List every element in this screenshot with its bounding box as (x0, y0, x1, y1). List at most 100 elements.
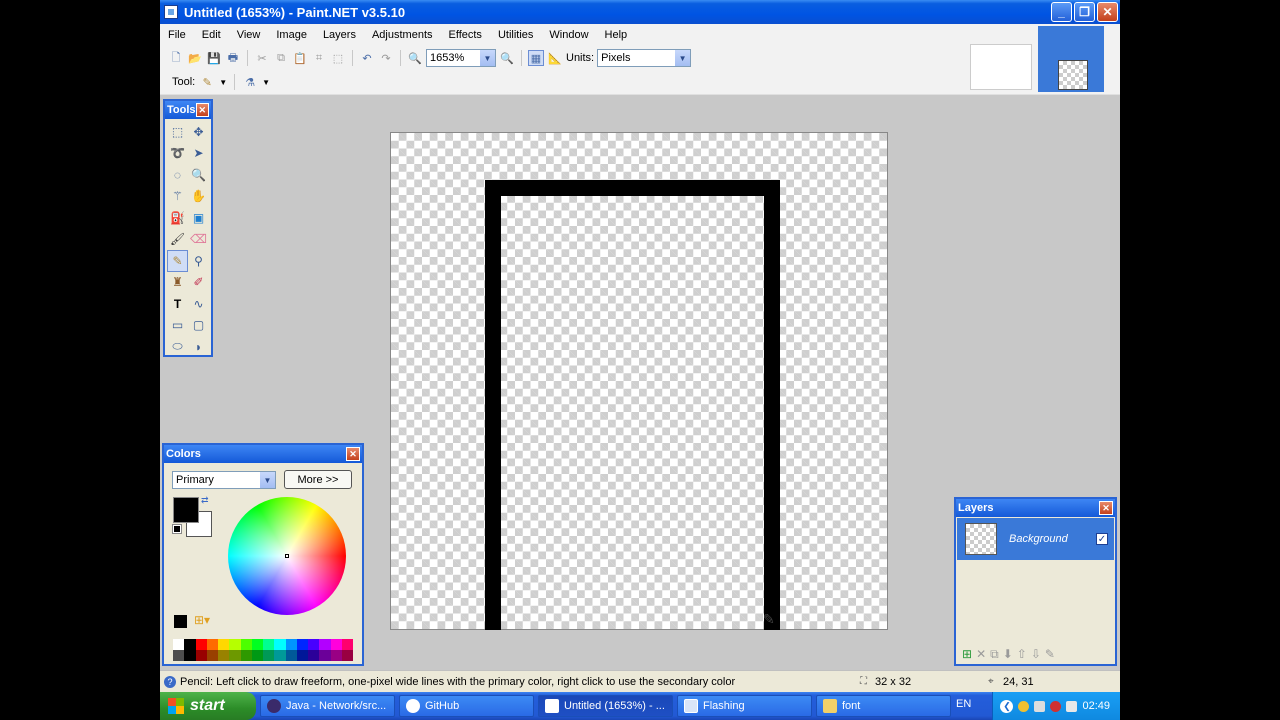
layer-row-background[interactable]: Background ✓ (957, 518, 1114, 560)
ellipse-select-icon[interactable]: ◌ (167, 164, 188, 186)
magic-wand-icon[interactable]: ⚚ (167, 186, 188, 208)
paste-icon[interactable]: 📋 (292, 50, 308, 66)
pan-icon[interactable]: ✋ (188, 186, 209, 208)
deselect-icon[interactable]: ⬚ (330, 50, 346, 66)
palette-swatch[interactable] (184, 639, 196, 650)
pencil-icon[interactable]: ✎ (199, 74, 215, 90)
palette-swatch[interactable] (296, 639, 308, 650)
tray-collapse-icon[interactable]: ❮ (1000, 699, 1014, 713)
paint-bucket-icon[interactable]: ⛽ (167, 207, 188, 229)
rectangle-shape-icon[interactable]: ▭ (167, 315, 188, 337)
palette-swatch[interactable] (263, 639, 275, 650)
text-icon[interactable]: T (167, 293, 188, 315)
swap-colors-icon[interactable]: ⇄ (201, 495, 209, 506)
taskbar-item-font[interactable]: font (816, 695, 951, 717)
palette-swatch[interactable] (240, 650, 252, 661)
paintbrush-icon[interactable]: 🖌 (167, 229, 188, 251)
menu-file[interactable]: File (160, 29, 194, 41)
palette-swatch[interactable] (341, 650, 353, 661)
palette-swatch[interactable] (285, 639, 297, 650)
move-selected-icon[interactable]: ✥ (188, 121, 209, 143)
security-alert-icon[interactable] (1050, 700, 1062, 712)
maximize-button[interactable]: ❐ (1074, 2, 1095, 22)
palette-swatch[interactable] (229, 639, 241, 650)
palette-swatch[interactable] (341, 639, 353, 650)
chevron-down-icon[interactable]: ▼ (480, 50, 495, 66)
rounded-rectangle-icon[interactable]: ▢ (188, 315, 209, 337)
palette-swatch[interactable] (296, 650, 308, 661)
move-layer-up-icon[interactable]: ⇧ (1017, 647, 1027, 661)
palette-swatch[interactable] (251, 650, 263, 661)
menu-adjustments[interactable]: Adjustments (364, 29, 441, 41)
taskbar-item-github[interactable]: GitHub (399, 695, 534, 717)
image-thumbnail-2[interactable] (1058, 60, 1088, 90)
menu-window[interactable]: Window (541, 29, 596, 41)
palette-swatch[interactable] (195, 650, 207, 661)
add-layer-icon[interactable]: ⊞ (962, 647, 972, 661)
zoom-icon[interactable]: 🔍 (188, 164, 209, 186)
menu-utilities[interactable]: Utilities (490, 29, 541, 41)
lasso-select-icon[interactable]: ➰ (167, 143, 188, 165)
duplicate-layer-icon[interactable]: ⧉ (990, 647, 999, 662)
menu-image[interactable]: Image (268, 29, 315, 41)
palette-swatch[interactable] (229, 650, 241, 661)
color-picker-icon[interactable]: ⚲ (188, 250, 209, 272)
image-canvas[interactable]: ✎ (390, 132, 888, 630)
layer-properties-icon[interactable]: ✎ (1045, 647, 1055, 661)
image-thumbnail-1[interactable] (970, 44, 1032, 90)
palette-swatch[interactable] (218, 639, 230, 650)
palette-swatch[interactable] (285, 650, 297, 661)
palette-menu-icon[interactable]: ⊞▾ (194, 613, 210, 627)
input-language[interactable]: EN (956, 698, 971, 710)
menu-view[interactable]: View (229, 29, 269, 41)
eraser-icon[interactable]: ⌫ (188, 229, 209, 251)
shield-icon[interactable] (1018, 700, 1030, 712)
gradient-icon[interactable]: ▣ (188, 207, 209, 229)
palette-swatch[interactable] (308, 639, 320, 650)
print-icon[interactable]: 🖶 (225, 50, 241, 66)
palette-black-icon[interactable] (174, 615, 187, 628)
undo-icon[interactable]: ↶ (359, 50, 375, 66)
more-button[interactable]: More >> (284, 470, 352, 489)
minimize-button[interactable]: _ (1051, 2, 1072, 22)
chevron-down-icon[interactable]: ▼ (260, 472, 275, 488)
palette-swatch[interactable] (330, 639, 342, 650)
palette-swatch[interactable] (308, 650, 320, 661)
blend-mode-icon[interactable]: ⚗ (242, 74, 258, 90)
menu-help[interactable]: Help (597, 29, 636, 41)
zoom-combo[interactable]: 1653% ▼ (426, 49, 496, 67)
delete-layer-icon[interactable]: ✕ (976, 647, 986, 661)
palette-swatch[interactable] (330, 650, 342, 661)
redo-icon[interactable]: ↷ (378, 50, 394, 66)
palette-swatch[interactable] (251, 639, 263, 650)
palette-swatch[interactable] (173, 639, 185, 650)
recolor-icon[interactable]: ✐ (188, 272, 209, 294)
save-icon[interactable]: 💾 (206, 50, 222, 66)
palette-swatch[interactable] (263, 650, 275, 661)
line-curve-icon[interactable]: ∿ (188, 293, 209, 315)
palette-swatch[interactable] (319, 639, 331, 650)
freeform-shape-icon[interactable]: ◗ (188, 336, 209, 358)
close-icon[interactable]: ✕ (195, 103, 209, 117)
chevron-down-icon[interactable]: ▼ (262, 78, 270, 87)
reset-colors-icon[interactable] (172, 524, 182, 534)
color-palette[interactable] (173, 639, 353, 661)
primary-color-swatch[interactable] (173, 497, 199, 523)
new-file-icon[interactable]: 🗋 (168, 50, 184, 66)
palette-swatch[interactable] (184, 650, 196, 661)
pencil-tool-icon[interactable]: ✎ (167, 250, 188, 272)
menu-layers[interactable]: Layers (315, 29, 364, 41)
network-icon[interactable] (1034, 700, 1046, 712)
palette-swatch[interactable] (206, 650, 218, 661)
close-icon[interactable]: ✕ (346, 447, 360, 461)
close-icon[interactable]: ✕ (1099, 501, 1113, 515)
start-button[interactable]: start (160, 692, 256, 720)
palette-swatch[interactable] (319, 650, 331, 661)
taskbar-item-java[interactable]: Java - Network/src... (260, 695, 395, 717)
taskbar-item-paintnet[interactable]: Untitled (1653%) - ... (538, 695, 673, 717)
palette-swatch[interactable] (240, 639, 252, 650)
move-layer-down-icon[interactable]: ⇩ (1031, 647, 1041, 661)
title-bar[interactable]: Untitled (1653%) - Paint.NET v3.5.10 _ ❐… (160, 0, 1120, 24)
menu-effects[interactable]: Effects (441, 29, 490, 41)
palette-swatch[interactable] (206, 639, 218, 650)
